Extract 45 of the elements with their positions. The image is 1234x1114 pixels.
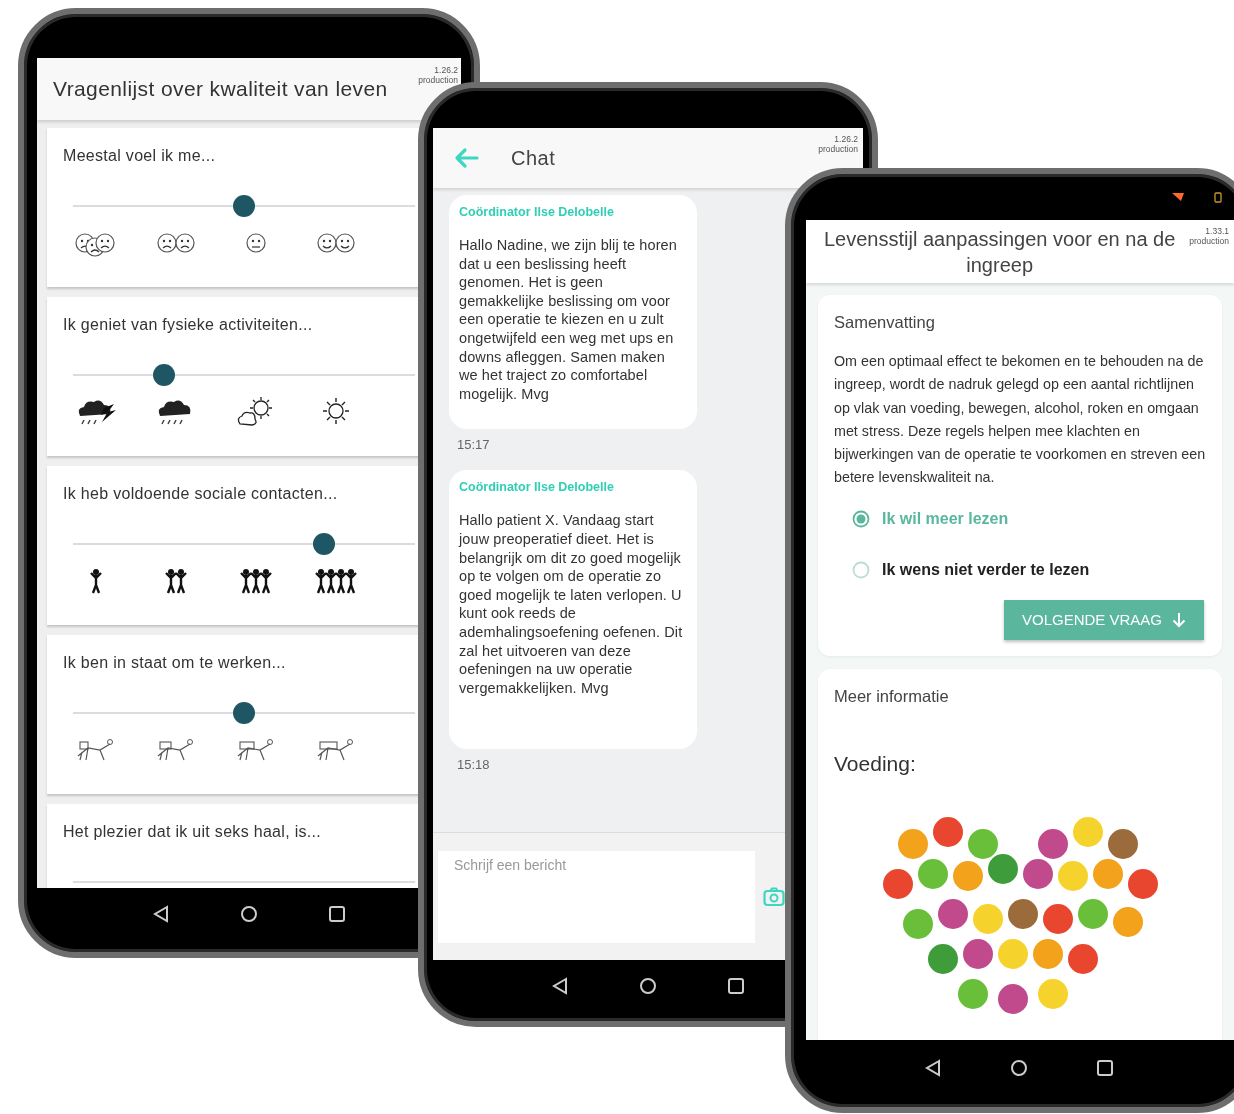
- message-text: Hallo Nadine, we zijn blij te horen dat u een beslissing heeft genomen. Het is geen gemakkelijke beslissing om voor een operatie te kiezen en u zult ongetwijfeld een weg met ups en downs afleggen. Samen maken we het traject zo comfortabel mogelijk. Mvg: [459, 236, 678, 404]
- section-heading: Voeding:: [834, 751, 917, 776]
- back-icon[interactable]: [152, 905, 170, 923]
- screen-title: Vragenlijst over kwaliteit van leven: [53, 77, 388, 101]
- sender-name: Coördinator Ilse Delobelle: [459, 480, 615, 495]
- back-icon[interactable]: [551, 977, 569, 995]
- radio-option[interactable]: Ik wil meer lezen: [852, 503, 1206, 534]
- version-number: 1.26.2: [434, 65, 458, 75]
- version-number: 1.33.1: [1205, 226, 1229, 236]
- screen-title: Levensstijl aanpassingen voor en na de ingreep: [822, 227, 1177, 278]
- message-input[interactable]: Schrijf een bericht: [438, 851, 755, 943]
- radio-icon[interactable]: [852, 560, 870, 579]
- question-text: Het plezier dat ik uit seks haal, is...: [63, 823, 323, 841]
- home-icon[interactable]: [240, 905, 258, 923]
- signal-icon: [1172, 193, 1184, 201]
- sender-name: Coördinator Ilse Delobelle: [459, 205, 615, 219]
- slider-thumb[interactable]: [153, 364, 175, 386]
- slider-thumb[interactable]: [313, 533, 335, 555]
- build-label: production: [418, 75, 458, 85]
- question-text: Ik heb voldoende sociale contacten...: [63, 485, 339, 503]
- arrow-down-icon: [1172, 611, 1186, 628]
- card-heading: Meer informatie: [834, 686, 950, 706]
- screen-title: Chat: [511, 146, 557, 170]
- build-label: production: [1189, 236, 1229, 246]
- recents-icon[interactable]: [727, 977, 745, 995]
- home-icon[interactable]: [1010, 1058, 1028, 1077]
- version-number: 1.26.2: [834, 134, 858, 144]
- recents-icon[interactable]: [328, 905, 346, 923]
- card-heading: Samenvatting: [834, 313, 936, 332]
- build-label: production: [818, 144, 858, 154]
- question-text: Meestal voel ik me...: [63, 147, 217, 165]
- message-time: 15:17: [457, 437, 491, 453]
- recents-icon[interactable]: [1096, 1058, 1114, 1077]
- radio-option[interactable]: Ik wens niet verder te lezen: [852, 554, 1206, 585]
- slider-thumb[interactable]: [233, 702, 255, 724]
- question-text: Ik ben in staat om te werken...: [63, 654, 287, 672]
- home-icon[interactable]: [639, 977, 657, 995]
- question-text: Ik geniet van fysieke activiteiten...: [63, 316, 314, 334]
- message-text: Hallo patient X. Vandaag start jouw preoperatief dieet. Het is belangrijk om dit zo goed mogelijk op te volgen om de operatie zo goed mogelijk te laten verlopen. U kunt ook reeds de ademhalingsoefening oefenen. Dit zal het uitvoeren van deze oefeningen na uw operatie vergemakkelijken. Mvg: [459, 511, 684, 698]
- next-question-button[interactable]: VOLGENDE VRAAG: [1003, 599, 1204, 640]
- slider-thumb[interactable]: [233, 195, 255, 217]
- radio-icon[interactable]: [852, 509, 870, 528]
- battery-icon: [1214, 191, 1222, 203]
- back-icon[interactable]: [924, 1058, 942, 1077]
- summary-text: Om een optimaal effect te bekomen en te behouden na de ingreep, wordt de nadruk gelegd op een aantal richtlijnen op vlak van voeding, bewegen, alcohol, roken en omgaan met stress. Deze regels helpen mee klachten en bijwerkingen van de operatie te voorkomen en streven een betere levenskwaliteit na.: [834, 352, 1206, 488]
